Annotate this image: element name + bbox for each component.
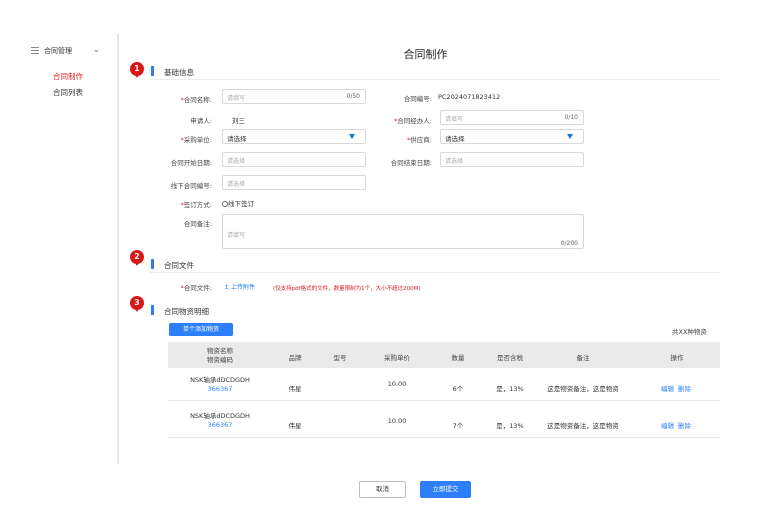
- table-row-1-qty: 6个: [452, 385, 464, 393]
- section-marker: [151, 305, 154, 315]
- section-title-files: 合同文件: [164, 261, 194, 270]
- offline-no-label: 线下合同编号:: [170, 182, 212, 190]
- table-row-1-price: 10.00: [387, 380, 407, 388]
- table-row-1-tax: 是，13%: [496, 385, 524, 393]
- start-date-picker[interactable]: 请选择: [222, 152, 366, 167]
- header-qty: 数量: [451, 354, 465, 362]
- table-row-2-name: NSK轴承dDCDGDH 366367: [190, 412, 250, 429]
- header-model: 型号: [333, 354, 347, 362]
- supplier-select[interactable]: 请选择: [440, 129, 584, 144]
- step-badge-3: 3: [130, 296, 144, 312]
- purchaser-select[interactable]: 请选择: [222, 129, 366, 144]
- upload-hint: (仅支持pdf格式的文件，数量限制为1个，大小不超过200M): [273, 286, 421, 292]
- dropdown-arrow-icon: [349, 134, 355, 139]
- header-price: 采购单价: [384, 354, 410, 362]
- table-row-1-name: NSK轴承dDCDGDH 366367: [190, 376, 250, 393]
- header-remark: 备注: [576, 354, 590, 362]
- dropdown-arrow-icon: [567, 134, 573, 139]
- contract-name-input[interactable]: 请填写 0/50: [222, 89, 366, 104]
- start-date-label: 合同开始日期:: [170, 159, 212, 167]
- row-divider: [168, 437, 720, 438]
- add-material-button[interactable]: 单个添加物资: [169, 323, 233, 336]
- sign-method-radio-offline[interactable]: 线下签订: [222, 198, 254, 208]
- table-row-1-remark: 这是物资备注，这是物资: [547, 385, 619, 393]
- section-divider: [150, 79, 720, 80]
- end-date-picker[interactable]: 请选择: [440, 152, 584, 167]
- header-material-name: 物资名称 物资编码: [207, 347, 233, 364]
- table-row-2-price: 10.00: [387, 417, 407, 425]
- purchaser-label: *采购单位:: [180, 136, 212, 144]
- table-row-1-delete-link[interactable]: 删除: [678, 383, 691, 393]
- sidebar-item-contract-list[interactable]: 合同列表: [53, 87, 83, 98]
- remark-label: 合同备注:: [183, 220, 212, 228]
- table-row-1-brand: 伟星: [288, 385, 302, 393]
- contract-no-value: PC2024071823412: [438, 93, 501, 101]
- end-date-label: 合同结束日期:: [390, 159, 432, 167]
- supplier-label: *供应商:: [407, 136, 432, 144]
- step-badge-2: 2: [130, 250, 144, 266]
- section-title-basic: 基础信息: [164, 68, 194, 77]
- header-brand: 品牌: [288, 354, 302, 362]
- step-badge-1: 1: [130, 62, 144, 78]
- files-label: *合同文件:: [180, 284, 212, 292]
- cancel-button[interactable]: 取消: [359, 481, 406, 498]
- offline-no-select[interactable]: 请选择: [222, 175, 366, 190]
- table-row-2-tax: 是，13%: [496, 422, 524, 430]
- header-tax: 是否含税: [497, 354, 523, 362]
- table-row-2-brand: 伟星: [288, 422, 302, 430]
- table-row-2-remark: 这是物资备注，这是物资: [547, 422, 619, 430]
- material-total: 共XX种物资: [672, 328, 707, 336]
- section-marker: [151, 259, 154, 269]
- submit-button[interactable]: 立即提交: [420, 481, 471, 498]
- table-row-2-edit-link[interactable]: 编辑: [661, 420, 674, 430]
- table-row-1-edit-link[interactable]: 编辑: [661, 383, 674, 393]
- contract-no-label: 合同编号:: [403, 95, 432, 103]
- section-divider: [150, 272, 720, 273]
- section-title-materials: 合同物资明细: [164, 307, 209, 316]
- applicant-label: 申请人:: [190, 117, 212, 125]
- section-marker: [151, 66, 154, 76]
- handler-label: *合同经办人:: [394, 117, 432, 125]
- remark-textarea[interactable]: 请填写 0/200: [222, 214, 584, 249]
- handler-input[interactable]: 请填写 0/10: [440, 110, 584, 125]
- sidebar-item-contract-create[interactable]: 合同制作: [53, 71, 83, 82]
- upload-icon: ↥: [224, 284, 230, 291]
- contract-name-label: *合同名称:: [180, 96, 212, 104]
- sidebar-divider: [117, 34, 119, 464]
- table-row-2-delete-link[interactable]: 删除: [678, 420, 691, 430]
- row-divider: [168, 400, 720, 401]
- table-row-2-qty: 7个: [452, 422, 464, 430]
- header-ops: 操作: [670, 354, 684, 362]
- upload-attachment-link[interactable]: ↥ 上传附件: [224, 282, 255, 291]
- applicant-value: 刘三: [232, 117, 245, 125]
- page-title: 合同制作: [403, 48, 448, 61]
- sign-method-label: *签订方式:: [180, 201, 212, 209]
